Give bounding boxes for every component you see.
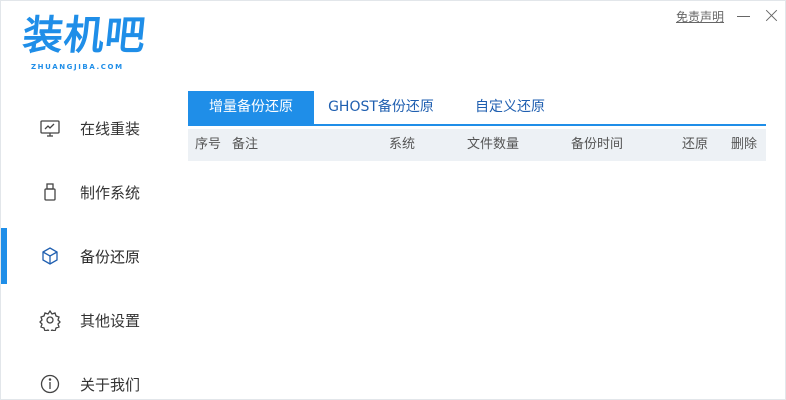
logo-subtext: ZHUANGJIBA.COM <box>31 63 124 71</box>
sidebar-item-label: 关于我们 <box>80 375 141 394</box>
column-header-note: 备注 <box>232 137 259 152</box>
tab-ghost-backup[interactable]: GHOST备份还原 <box>314 91 448 124</box>
active-indicator <box>1 228 7 284</box>
column-header-backup-time: 备份时间 <box>571 137 624 152</box>
logo: 装机吧 ZHUANGJIBA.COM <box>20 13 173 79</box>
table-body <box>188 161 766 400</box>
sidebar-item-about-us[interactable]: 关于我们 <box>1 356 181 400</box>
sidebar-item-online-reinstall[interactable]: 在线重装 <box>1 100 181 156</box>
backup-restore-icon <box>39 245 61 267</box>
column-header-system: 系统 <box>389 137 416 152</box>
tab-custom-restore[interactable]: 自定义还原 <box>448 91 572 124</box>
sidebar-item-make-system[interactable]: 制作系统 <box>1 164 181 220</box>
usb-drive-icon <box>39 181 61 203</box>
app-window: 装机吧 ZHUANGJIBA.COM 免责声明 在线重装 制作系统 备份还原 其… <box>0 0 786 400</box>
column-header-index: 序号 <box>195 137 222 152</box>
tab-bar: 增量备份还原 GHOST备份还原 自定义还原 <box>188 91 766 126</box>
logo-text: 装机吧 <box>20 13 149 59</box>
tab-underline <box>188 124 766 126</box>
info-icon <box>39 373 61 395</box>
sidebar-item-label: 其他设置 <box>80 311 141 330</box>
sidebar-item-other-settings[interactable]: 其他设置 <box>1 292 181 348</box>
minimize-button[interactable] <box>733 5 755 27</box>
column-header-file-count: 文件数量 <box>467 137 520 152</box>
sidebar-item-label: 制作系统 <box>80 183 141 202</box>
sidebar: 在线重装 制作系统 备份还原 其他设置 关于我们 <box>1 91 181 400</box>
sidebar-item-label: 在线重装 <box>80 119 141 138</box>
tab-incremental-backup[interactable]: 增量备份还原 <box>188 91 314 124</box>
sidebar-item-backup-restore[interactable]: 备份还原 <box>1 228 181 284</box>
table-header: 序号 备注 系统 文件数量 备份时间 还原 删除 <box>188 129 766 161</box>
gear-icon <box>39 309 61 335</box>
column-header-delete: 删除 <box>731 137 758 152</box>
close-button[interactable] <box>761 5 783 27</box>
monitor-icon <box>39 117 61 139</box>
disclaimer-link[interactable]: 免责声明 <box>676 8 724 25</box>
sidebar-item-label: 备份还原 <box>80 247 141 266</box>
column-header-restore: 还原 <box>682 137 709 152</box>
